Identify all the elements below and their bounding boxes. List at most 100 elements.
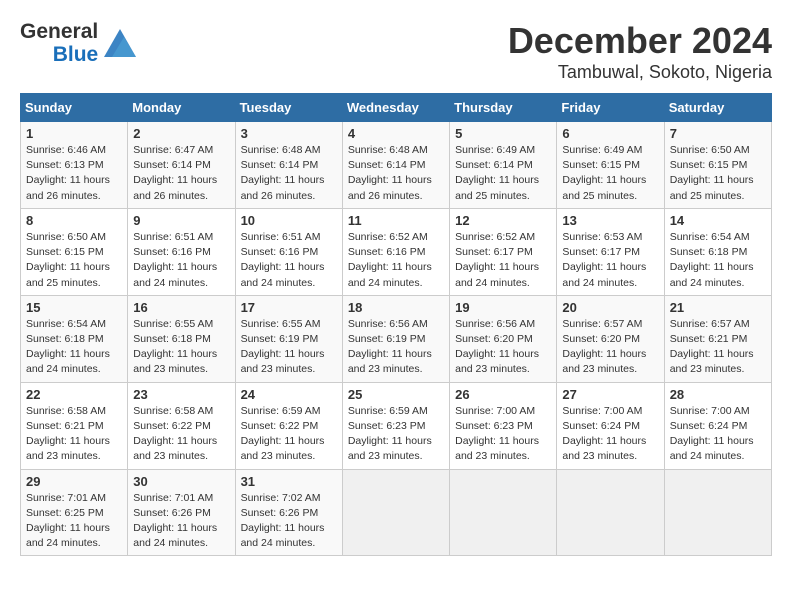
calendar-week-row: 1 Sunrise: 6:46 AM Sunset: 6:13 PM Dayli… bbox=[21, 122, 772, 209]
table-row: 27 Sunrise: 7:00 AM Sunset: 6:24 PM Dayl… bbox=[557, 382, 664, 469]
day-number: 22 bbox=[26, 387, 122, 402]
day-number: 11 bbox=[348, 213, 444, 228]
day-number: 8 bbox=[26, 213, 122, 228]
table-row: 20 Sunrise: 6:57 AM Sunset: 6:20 PM Dayl… bbox=[557, 295, 664, 382]
day-info: Sunrise: 6:51 AM Sunset: 6:16 PM Dayligh… bbox=[133, 230, 229, 291]
day-info: Sunrise: 6:54 AM Sunset: 6:18 PM Dayligh… bbox=[26, 317, 122, 378]
day-info: Sunrise: 7:00 AM Sunset: 6:24 PM Dayligh… bbox=[562, 404, 658, 465]
day-info: Sunrise: 6:57 AM Sunset: 6:20 PM Dayligh… bbox=[562, 317, 658, 378]
header-thursday: Thursday bbox=[450, 94, 557, 122]
table-row: 30 Sunrise: 7:01 AM Sunset: 6:26 PM Dayl… bbox=[128, 469, 235, 556]
title-block: December 2024 Tambuwal, Sokoto, Nigeria bbox=[508, 20, 772, 83]
day-info: Sunrise: 6:52 AM Sunset: 6:16 PM Dayligh… bbox=[348, 230, 444, 291]
table-row: 17 Sunrise: 6:55 AM Sunset: 6:19 PM Dayl… bbox=[235, 295, 342, 382]
day-number: 29 bbox=[26, 474, 122, 489]
calendar-week-row: 29 Sunrise: 7:01 AM Sunset: 6:25 PM Dayl… bbox=[21, 469, 772, 556]
day-number: 13 bbox=[562, 213, 658, 228]
day-info: Sunrise: 7:00 AM Sunset: 6:24 PM Dayligh… bbox=[670, 404, 766, 465]
day-info: Sunrise: 6:59 AM Sunset: 6:22 PM Dayligh… bbox=[241, 404, 337, 465]
day-info: Sunrise: 6:55 AM Sunset: 6:19 PM Dayligh… bbox=[241, 317, 337, 378]
logo-icon bbox=[104, 29, 136, 57]
day-number: 15 bbox=[26, 300, 122, 315]
day-number: 7 bbox=[670, 126, 766, 141]
table-row: 10 Sunrise: 6:51 AM Sunset: 6:16 PM Dayl… bbox=[235, 208, 342, 295]
day-number: 26 bbox=[455, 387, 551, 402]
day-number: 27 bbox=[562, 387, 658, 402]
calendar-table: Sunday Monday Tuesday Wednesday Thursday… bbox=[20, 93, 772, 556]
day-info: Sunrise: 6:47 AM Sunset: 6:14 PM Dayligh… bbox=[133, 143, 229, 204]
table-row: 13 Sunrise: 6:53 AM Sunset: 6:17 PM Dayl… bbox=[557, 208, 664, 295]
table-row: 18 Sunrise: 6:56 AM Sunset: 6:19 PM Dayl… bbox=[342, 295, 449, 382]
table-row: 5 Sunrise: 6:49 AM Sunset: 6:14 PM Dayli… bbox=[450, 122, 557, 209]
table-row: 8 Sunrise: 6:50 AM Sunset: 6:15 PM Dayli… bbox=[21, 208, 128, 295]
table-row: 19 Sunrise: 6:56 AM Sunset: 6:20 PM Dayl… bbox=[450, 295, 557, 382]
day-number: 17 bbox=[241, 300, 337, 315]
table-row: 26 Sunrise: 7:00 AM Sunset: 6:23 PM Dayl… bbox=[450, 382, 557, 469]
table-row: 1 Sunrise: 6:46 AM Sunset: 6:13 PM Dayli… bbox=[21, 122, 128, 209]
day-info: Sunrise: 6:52 AM Sunset: 6:17 PM Dayligh… bbox=[455, 230, 551, 291]
day-info: Sunrise: 6:53 AM Sunset: 6:17 PM Dayligh… bbox=[562, 230, 658, 291]
day-info: Sunrise: 7:02 AM Sunset: 6:26 PM Dayligh… bbox=[241, 491, 337, 552]
day-info: Sunrise: 6:49 AM Sunset: 6:14 PM Dayligh… bbox=[455, 143, 551, 204]
day-number: 20 bbox=[562, 300, 658, 315]
page-title: December 2024 bbox=[508, 20, 772, 62]
day-number: 31 bbox=[241, 474, 337, 489]
calendar-week-row: 15 Sunrise: 6:54 AM Sunset: 6:18 PM Dayl… bbox=[21, 295, 772, 382]
table-row: 28 Sunrise: 7:00 AM Sunset: 6:24 PM Dayl… bbox=[664, 382, 771, 469]
table-row: 12 Sunrise: 6:52 AM Sunset: 6:17 PM Dayl… bbox=[450, 208, 557, 295]
day-number: 2 bbox=[133, 126, 229, 141]
table-row: 6 Sunrise: 6:49 AM Sunset: 6:15 PM Dayli… bbox=[557, 122, 664, 209]
day-info: Sunrise: 6:58 AM Sunset: 6:21 PM Dayligh… bbox=[26, 404, 122, 465]
header-sunday: Sunday bbox=[21, 94, 128, 122]
header-tuesday: Tuesday bbox=[235, 94, 342, 122]
day-number: 25 bbox=[348, 387, 444, 402]
logo-blue: Blue bbox=[53, 43, 99, 66]
day-number: 5 bbox=[455, 126, 551, 141]
day-number: 21 bbox=[670, 300, 766, 315]
table-row: 29 Sunrise: 7:01 AM Sunset: 6:25 PM Dayl… bbox=[21, 469, 128, 556]
day-number: 14 bbox=[670, 213, 766, 228]
day-info: Sunrise: 6:46 AM Sunset: 6:13 PM Dayligh… bbox=[26, 143, 122, 204]
page-header: General Blue December 2024 Tambuwal, Sok… bbox=[20, 20, 772, 83]
table-row bbox=[664, 469, 771, 556]
calendar-header-row: Sunday Monday Tuesday Wednesday Thursday… bbox=[21, 94, 772, 122]
day-info: Sunrise: 7:01 AM Sunset: 6:25 PM Dayligh… bbox=[26, 491, 122, 552]
day-info: Sunrise: 6:48 AM Sunset: 6:14 PM Dayligh… bbox=[348, 143, 444, 204]
table-row: 11 Sunrise: 6:52 AM Sunset: 6:16 PM Dayl… bbox=[342, 208, 449, 295]
header-wednesday: Wednesday bbox=[342, 94, 449, 122]
day-info: Sunrise: 6:57 AM Sunset: 6:21 PM Dayligh… bbox=[670, 317, 766, 378]
table-row bbox=[557, 469, 664, 556]
table-row: 7 Sunrise: 6:50 AM Sunset: 6:15 PM Dayli… bbox=[664, 122, 771, 209]
calendar-week-row: 8 Sunrise: 6:50 AM Sunset: 6:15 PM Dayli… bbox=[21, 208, 772, 295]
day-info: Sunrise: 7:01 AM Sunset: 6:26 PM Dayligh… bbox=[133, 491, 229, 552]
day-number: 3 bbox=[241, 126, 337, 141]
day-number: 4 bbox=[348, 126, 444, 141]
header-monday: Monday bbox=[128, 94, 235, 122]
table-row: 2 Sunrise: 6:47 AM Sunset: 6:14 PM Dayli… bbox=[128, 122, 235, 209]
day-info: Sunrise: 6:56 AM Sunset: 6:20 PM Dayligh… bbox=[455, 317, 551, 378]
calendar-week-row: 22 Sunrise: 6:58 AM Sunset: 6:21 PM Dayl… bbox=[21, 382, 772, 469]
logo: General Blue bbox=[20, 20, 136, 66]
day-number: 16 bbox=[133, 300, 229, 315]
table-row: 3 Sunrise: 6:48 AM Sunset: 6:14 PM Dayli… bbox=[235, 122, 342, 209]
table-row bbox=[450, 469, 557, 556]
day-info: Sunrise: 6:55 AM Sunset: 6:18 PM Dayligh… bbox=[133, 317, 229, 378]
day-number: 19 bbox=[455, 300, 551, 315]
table-row: 16 Sunrise: 6:55 AM Sunset: 6:18 PM Dayl… bbox=[128, 295, 235, 382]
day-number: 23 bbox=[133, 387, 229, 402]
day-info: Sunrise: 6:49 AM Sunset: 6:15 PM Dayligh… bbox=[562, 143, 658, 204]
day-number: 30 bbox=[133, 474, 229, 489]
day-number: 18 bbox=[348, 300, 444, 315]
day-number: 10 bbox=[241, 213, 337, 228]
table-row: 9 Sunrise: 6:51 AM Sunset: 6:16 PM Dayli… bbox=[128, 208, 235, 295]
table-row bbox=[342, 469, 449, 556]
logo-general: General bbox=[20, 20, 98, 43]
day-info: Sunrise: 7:00 AM Sunset: 6:23 PM Dayligh… bbox=[455, 404, 551, 465]
day-info: Sunrise: 6:54 AM Sunset: 6:18 PM Dayligh… bbox=[670, 230, 766, 291]
day-info: Sunrise: 6:50 AM Sunset: 6:15 PM Dayligh… bbox=[26, 230, 122, 291]
table-row: 24 Sunrise: 6:59 AM Sunset: 6:22 PM Dayl… bbox=[235, 382, 342, 469]
table-row: 22 Sunrise: 6:58 AM Sunset: 6:21 PM Dayl… bbox=[21, 382, 128, 469]
day-info: Sunrise: 6:51 AM Sunset: 6:16 PM Dayligh… bbox=[241, 230, 337, 291]
header-friday: Friday bbox=[557, 94, 664, 122]
table-row: 21 Sunrise: 6:57 AM Sunset: 6:21 PM Dayl… bbox=[664, 295, 771, 382]
